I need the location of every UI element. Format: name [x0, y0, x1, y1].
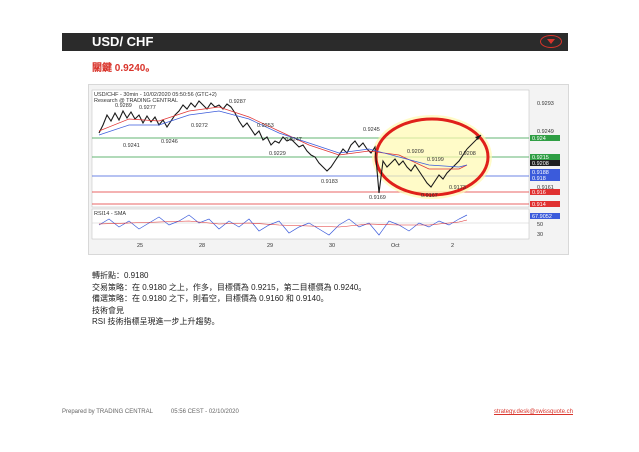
swing-label: 0.9209	[407, 149, 424, 155]
swing-label: 0.9167	[421, 193, 438, 199]
level-tag-0914: 0.914	[530, 201, 560, 208]
svg-text:0.9208: 0.9208	[532, 161, 549, 167]
x-tick: Oct	[391, 243, 400, 249]
swing-label: 0.9173	[449, 185, 466, 191]
swing-label: 0.9183	[321, 179, 338, 185]
svg-text:0.918: 0.918	[532, 176, 546, 182]
swing-label: 0.9199	[427, 157, 444, 163]
rsi-scale-label: 50	[537, 222, 543, 228]
level-tag-0924: 0.924	[530, 135, 560, 142]
level-tag-09188: 0.9188	[530, 169, 560, 176]
alternative-text: 備選策略：在 0.9180 之下，則看空，目標價為 0.9160 和 0.914…	[92, 294, 329, 303]
chart-canvas: USD/CHF - 30min - 10/02/2020 05:50:56 (G…	[91, 89, 560, 249]
pivot-text: 轉折點：0.9180	[92, 271, 149, 280]
chevron-down-circle-icon[interactable]	[540, 35, 562, 48]
swing-label: 0.9287	[229, 99, 246, 105]
rsi-value-tag: 67.9052	[530, 213, 560, 220]
swing-label: 0.9246	[161, 139, 178, 145]
level-tag-0916: 0.916	[530, 189, 560, 196]
rsi-label: RSI14 - SMA	[94, 211, 126, 217]
price-scale-label: 0.9249	[537, 129, 554, 135]
comment-text: RSI 技術指標呈現進一步上升趨勢。	[92, 317, 220, 326]
price-scale-label: 0.9293	[537, 101, 554, 107]
instrument-title: USD/ CHF	[92, 34, 154, 49]
price-chart: USD/CHF - 30min - 10/02/2020 05:50:56 (G…	[88, 84, 569, 255]
swing-label: 0.9229	[269, 151, 286, 157]
swing-label: 0.9277	[139, 105, 156, 111]
swing-label: 0.9289	[115, 103, 132, 109]
svg-text:0.916: 0.916	[532, 190, 546, 196]
contact-email-link[interactable]: strategy.desk@swissquote.ch	[494, 409, 573, 415]
strategy-text: 交易策略：在 0.9180 之上，作多，目標價為 0.9215，第二目標價為 0…	[92, 282, 367, 292]
svg-text:0.914: 0.914	[532, 202, 546, 208]
footer: Prepared by TRADING CENTRAL 05:56 CEST - …	[62, 409, 239, 415]
analysis-block: 轉折點：0.9180 交易策略：在 0.9180 之上，作多，目標價為 0.92…	[92, 270, 366, 328]
swing-label: 0.9272	[191, 123, 208, 129]
level-tag-0918: 0.918	[530, 175, 560, 182]
x-tick: 28	[199, 243, 205, 249]
swing-label: 0.9241	[123, 143, 140, 149]
prepared-by: Prepared by TRADING CENTRAL	[62, 409, 153, 415]
key-level-subtitle: 關鍵 0.9240。	[92, 63, 156, 74]
comment-title: 技術會見	[92, 305, 124, 315]
x-tick: 2	[451, 243, 454, 249]
svg-text:0.924: 0.924	[532, 136, 546, 142]
instrument-header-bar: USD/ CHF	[62, 33, 568, 51]
footer-timestamp: 05:56 CEST - 02/10/2020	[170, 409, 239, 415]
rsi-scale-label: 30	[537, 232, 543, 238]
x-tick: 29	[267, 243, 273, 249]
chart-header-line2: Research @ TRADING CENTRAL	[94, 98, 178, 104]
x-tick: 25	[137, 243, 143, 249]
swing-label: 0.9247	[285, 137, 302, 143]
swing-label: 0.9253	[257, 123, 274, 129]
level-tag-09208: 0.9208	[530, 160, 560, 167]
swing-label: 0.9208	[459, 151, 476, 157]
svg-text:67.9052: 67.9052	[532, 214, 552, 220]
level-tag-09215: 0.9215	[530, 154, 560, 161]
swing-label: 0.9245	[363, 127, 380, 133]
x-tick: 30	[329, 243, 335, 249]
swing-label: 0.9169	[369, 195, 386, 201]
